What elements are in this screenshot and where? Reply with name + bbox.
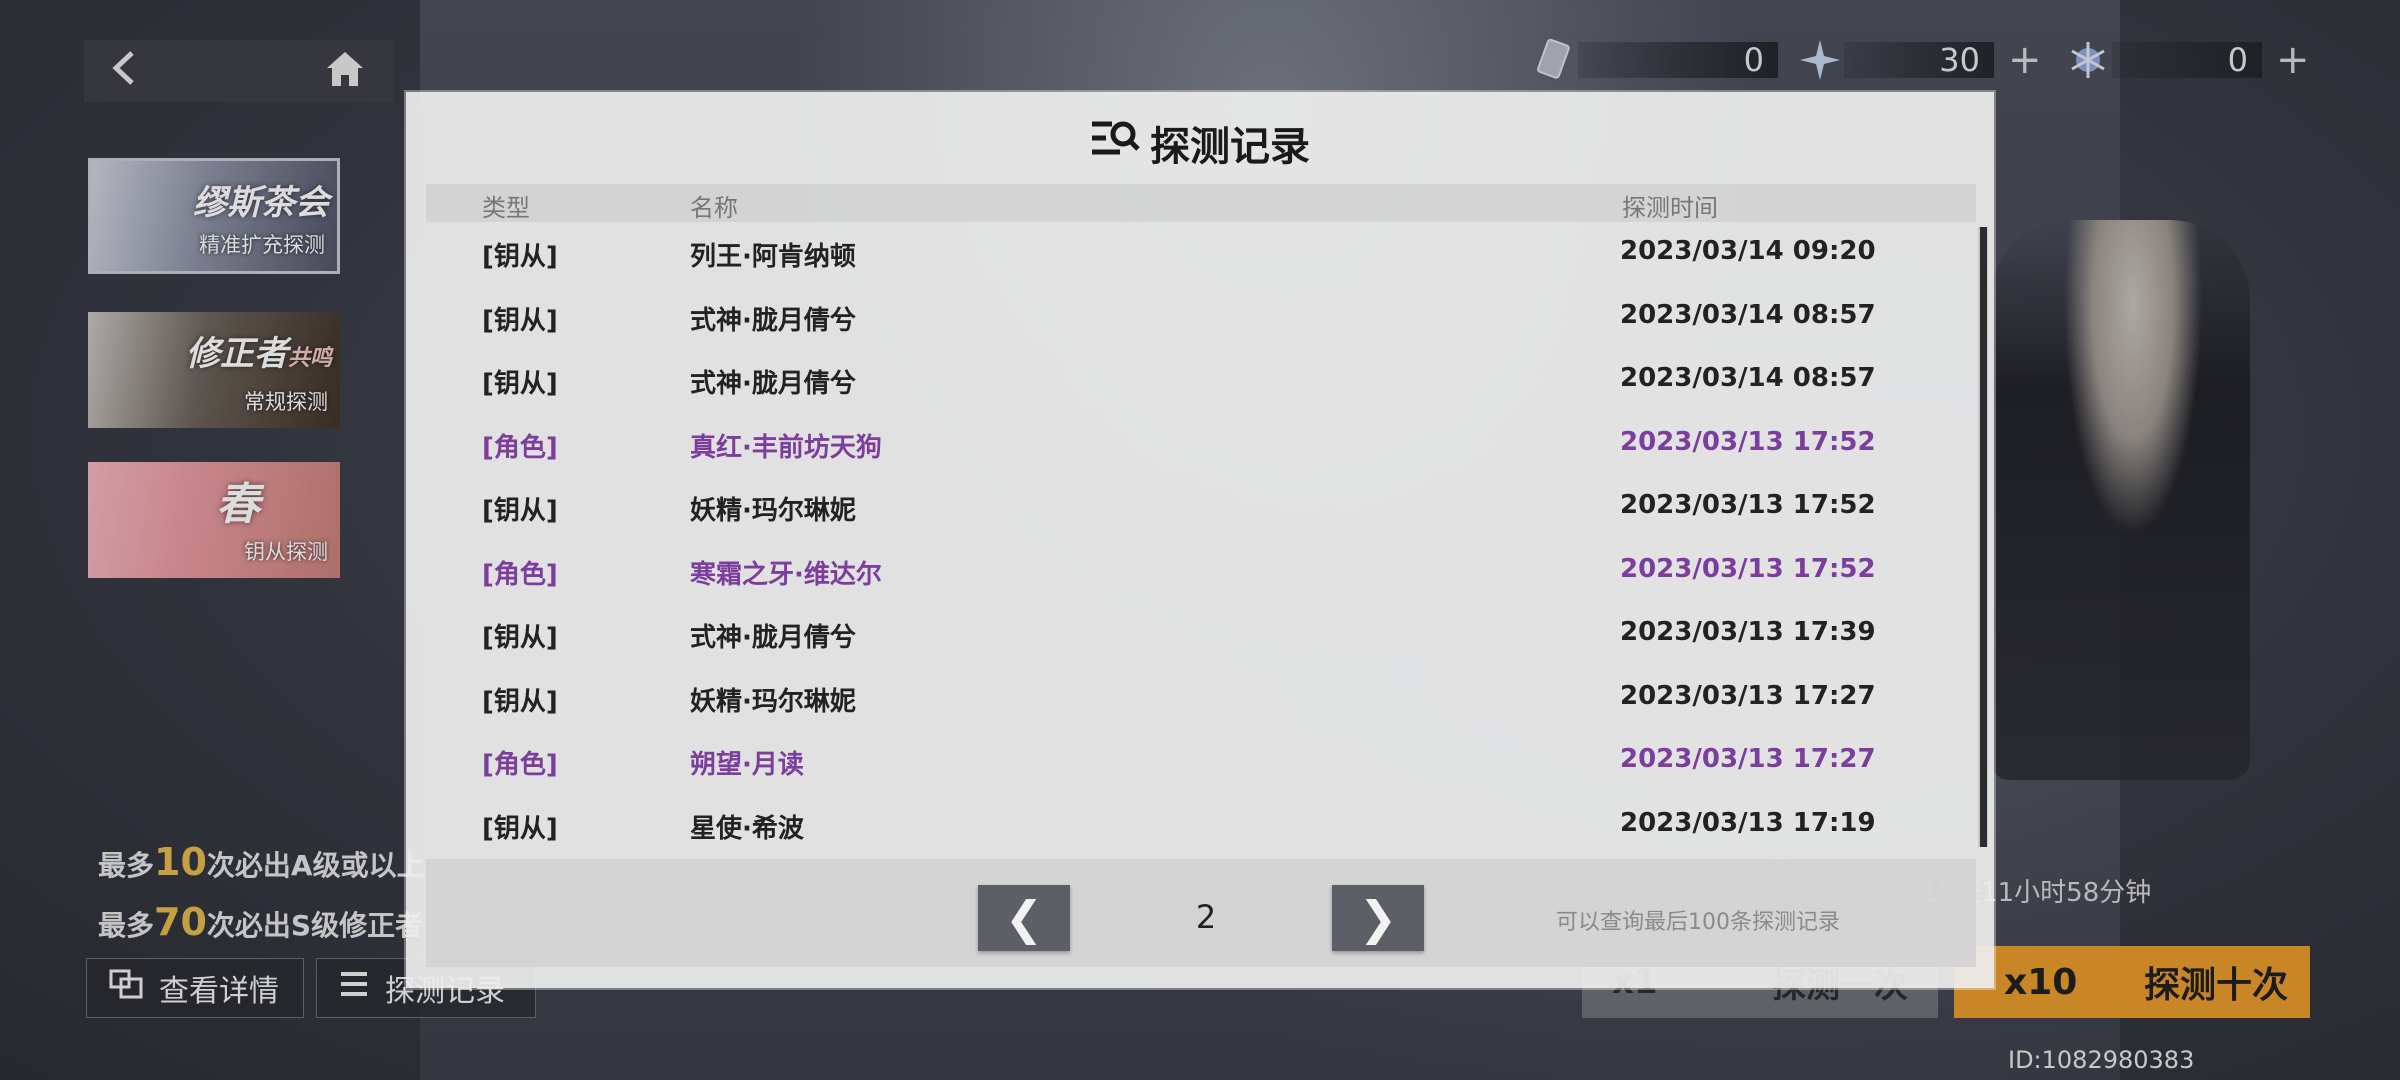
record-time: 2023/03/14 08:57 [1620,299,1876,330]
record-time: 2023/03/13 17:52 [1620,553,1876,584]
record-time: 2023/03/13 17:27 [1620,680,1876,711]
record-time: 2023/03/13 17:19 [1620,807,1876,838]
record-row: [钥从] 列王·阿肯纳顿 2023/03/14 09:20 [406,222,1994,286]
record-name: 妖精·玛尔琳妮 [690,496,856,526]
record-time: 2023/03/13 17:52 [1620,426,1876,457]
record-type: [钥从] [482,242,558,272]
record-limit-note: 可以查询最后100条探测记录 [1556,910,1840,935]
record-row: [钥从] 妖精·玛尔琳妮 2023/03/13 17:27 [406,667,1994,731]
record-row: [钥从] 星使·希波 2023/03/13 17:19 [406,794,1994,858]
record-name: 妖精·玛尔琳妮 [690,686,856,717]
column-name: 名称 [690,194,738,222]
record-row: [角色] 真红·丰前坊天狗 2023/03/13 17:52 [406,413,1994,477]
record-row: [角色] 朔望·月读 2023/03/13 17:27 [406,730,1994,794]
record-row: [钥从] 妖精·玛尔琳妮 2023/03/13 17:52 [406,476,1994,540]
record-time: 2023/03/13 17:39 [1620,617,1876,647]
record-name: 真红·丰前坊天狗 [690,432,882,463]
record-time: 2023/03/13 17:27 [1620,744,1876,774]
record-time: 2023/03/14 09:20 [1620,236,1876,266]
record-type: [钥从] [482,305,558,336]
record-row: [钥从] 式神·胧月倩兮 2023/03/14 08:57 [406,286,1994,350]
record-name: 列王·阿肯纳顿 [690,242,856,272]
dialog-title-text: 探测记录 [1150,124,1310,170]
column-time: 探测时间 [1622,194,1718,222]
page-number: 2 [1195,898,1217,936]
record-row: [钥从] 式神·胧月倩兮 2023/03/14 08:57 [406,349,1994,413]
record-name: 星使·希波 [690,813,804,844]
chevron-right-icon: ❯ [1358,891,1398,945]
column-type: 类型 [482,194,530,222]
record-type: [钥从] [482,496,558,526]
record-table-header: 类型 名称 探测时间 [426,184,1976,222]
record-type: [角色] [482,432,558,463]
record-type: [钥从] [482,369,558,399]
record-row: [角色] 寒霜之牙·维达尔 2023/03/13 17:52 [406,540,1994,604]
prev-page-button[interactable]: ❮ [978,885,1070,951]
scrollbar-thumb[interactable] [1980,227,1987,847]
record-type: [角色] [482,559,558,590]
record-type: [钥从] [482,623,558,653]
detection-record-dialog: 探测记录 类型 名称 探测时间 [钥从] 列王·阿肯纳顿 2023/03/14 09… [406,92,1994,988]
record-name: 式神·胧月倩兮 [690,369,856,399]
next-page-button[interactable]: ❯ [1332,885,1424,951]
record-name: 寒霜之牙·维达尔 [690,559,882,590]
record-time: 2023/03/14 08:57 [1620,363,1876,393]
record-name: 式神·胧月倩兮 [690,305,856,336]
record-time: 2023/03/13 17:52 [1620,490,1876,520]
record-list: [钥从] 列王·阿肯纳顿 2023/03/14 09:20 [钥从] 式神·胧月倩兮 20… [406,222,1994,857]
chevron-left-icon: ❮ [1004,891,1044,945]
record-name: 朔望·月读 [690,750,804,780]
record-type: [角色] [482,750,558,780]
record-search-icon [1090,118,1140,168]
record-type: [钥从] [482,813,558,844]
dialog-title: 探测记录 [406,114,1994,172]
record-type: [钥从] [482,686,558,717]
record-row: [钥从] 式神·胧月倩兮 2023/03/13 17:39 [406,603,1994,667]
record-name: 式神·胧月倩兮 [690,623,856,653]
